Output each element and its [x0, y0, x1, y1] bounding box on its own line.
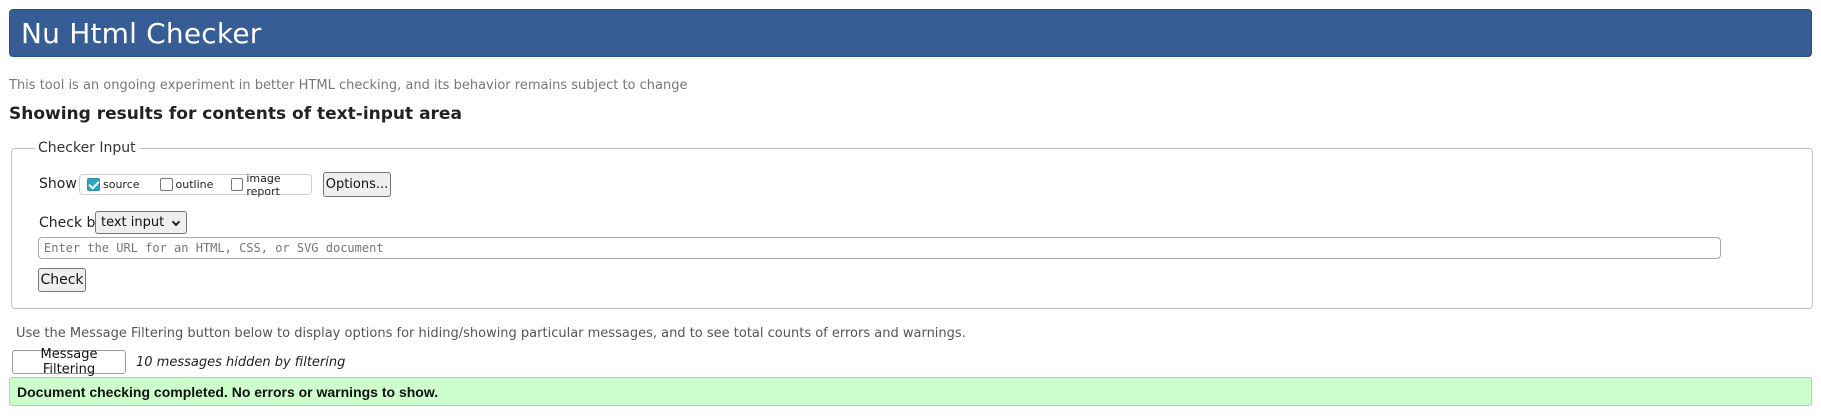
source-checkbox[interactable] — [87, 178, 100, 191]
show-label: Show — [39, 176, 77, 192]
outline-checkbox[interactable] — [159, 178, 173, 191]
show-image-report-option[interactable]: image report — [231, 172, 311, 198]
hidden-messages-count: 10 messages hidden by filtering — [136, 355, 346, 370]
message-filtering-button[interactable]: Message Filtering — [12, 347, 126, 377]
checker-input-legend: Checker Input — [38, 140, 136, 156]
check-by-selected-value: text input — [101, 215, 165, 230]
source-checkbox-label: source — [103, 178, 140, 191]
check-button[interactable]: Check — [38, 268, 86, 292]
outline-checkbox-label: outline — [175, 178, 214, 191]
filtering-note: Use the Message Filtering button below t… — [16, 326, 966, 341]
url-input[interactable]: Enter the URL for an HTML, CSS, or SVG d… — [38, 237, 1721, 259]
checker-input-fieldset: Checker Input — [11, 140, 1813, 309]
results-heading: Showing results for contents of text-inp… — [9, 104, 462, 124]
status-success-message: Document checking completed. No errors o… — [9, 377, 1812, 406]
options-button[interactable]: Options... — [323, 172, 391, 197]
chevron-down-icon — [171, 217, 181, 227]
show-source-option[interactable]: source — [87, 175, 140, 194]
url-input-placeholder: Enter the URL for an HTML, CSS, or SVG d… — [44, 241, 384, 255]
header-bar: Nu Html Checker — [9, 9, 1812, 57]
image-report-checkbox-label: image report — [246, 171, 281, 198]
image-report-checkbox[interactable] — [231, 178, 244, 191]
page-title: Nu Html Checker — [21, 17, 262, 50]
show-options-group: source outline image report — [79, 172, 312, 198]
check-by-select[interactable]: text input — [95, 211, 187, 234]
page: Nu Html Checker This tool is an ongoing … — [0, 0, 1821, 416]
tagline: This tool is an ongoing experiment in be… — [9, 78, 688, 93]
check-by-label: Check by — [39, 215, 104, 231]
show-outline-option[interactable]: outline — [159, 175, 214, 194]
